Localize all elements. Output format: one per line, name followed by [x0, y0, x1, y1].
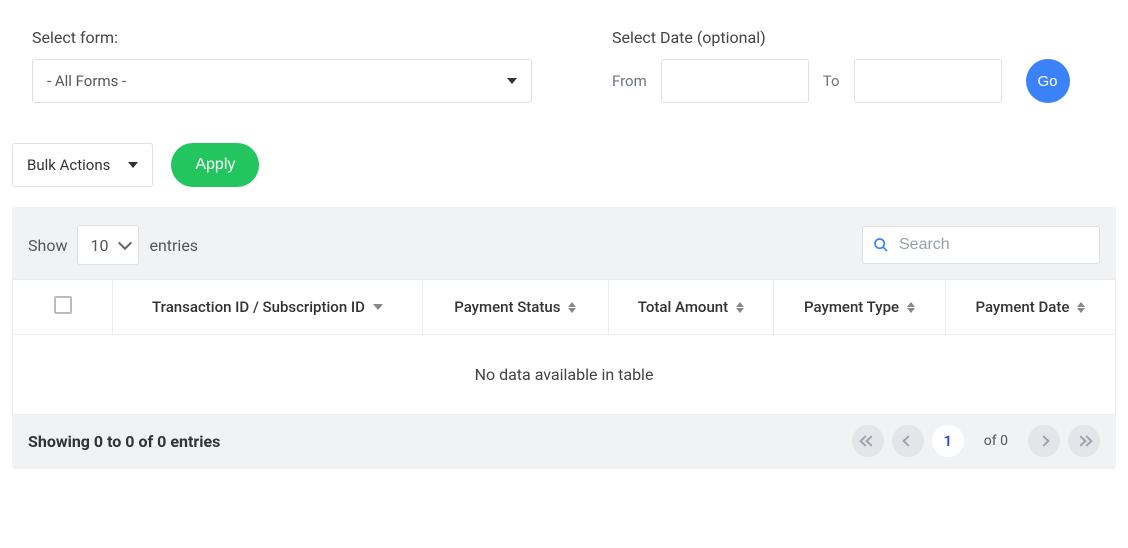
showing-entries-text: Showing 0 to 0 of 0 entries — [28, 432, 220, 451]
apply-button[interactable]: Apply — [171, 143, 259, 187]
page-size-value: 10 — [90, 236, 108, 255]
column-payment-date[interactable]: Payment Date — [945, 280, 1115, 335]
pagination-next[interactable] — [1028, 425, 1060, 457]
chevron-down-icon — [118, 236, 132, 250]
column-label: Payment Date — [975, 298, 1069, 316]
caret-down-icon — [507, 78, 517, 84]
search-wrap — [862, 226, 1100, 264]
column-label: Total Amount — [638, 298, 728, 316]
pagination-current-page[interactable]: 1 — [932, 425, 964, 457]
column-label: Payment Type — [804, 298, 899, 316]
date-to-input[interactable] — [854, 59, 1002, 103]
column-payment-type[interactable]: Payment Type — [774, 280, 946, 335]
pagination-first[interactable] — [852, 425, 884, 457]
double-chevron-left-icon — [861, 437, 875, 445]
column-transaction-id[interactable]: Transaction ID / Subscription ID — [113, 280, 423, 335]
sort-icon — [736, 302, 744, 313]
column-label: Transaction ID / Subscription ID — [152, 298, 365, 316]
select-date-label: Select Date (optional) — [612, 28, 1070, 47]
sort-icon — [568, 302, 576, 313]
bulk-actions-label: Bulk Actions — [27, 156, 110, 174]
pagination-of-total: of 0 — [984, 433, 1008, 449]
pagination: 1 of 0 — [852, 425, 1100, 457]
page-size-select[interactable]: 10 — [77, 225, 139, 265]
select-all-checkbox[interactable] — [54, 296, 72, 314]
chevron-left-icon — [902, 435, 913, 446]
bulk-actions-select[interactable]: Bulk Actions — [12, 143, 153, 187]
chevron-right-icon — [1038, 435, 1049, 446]
pagination-prev[interactable] — [892, 425, 924, 457]
to-label: To — [823, 72, 840, 90]
go-button[interactable]: Go — [1026, 59, 1070, 103]
caret-down-icon — [128, 162, 138, 168]
sort-icon — [373, 304, 383, 310]
no-data-message: No data available in table — [13, 335, 1116, 415]
from-label: From — [612, 72, 647, 90]
column-label: Payment Status — [454, 298, 560, 316]
date-from-input[interactable] — [661, 59, 809, 103]
show-label: Show — [28, 236, 67, 255]
search-input[interactable] — [899, 236, 1106, 254]
select-form-label: Select form: — [32, 28, 532, 47]
pagination-last[interactable] — [1068, 425, 1100, 457]
form-select[interactable]: - All Forms - — [32, 59, 532, 103]
entries-label: entries — [149, 236, 198, 255]
sort-icon — [907, 302, 915, 313]
column-total-amount[interactable]: Total Amount — [608, 280, 774, 335]
table-container: Show 10 entries Transaction I — [12, 207, 1116, 469]
sort-icon — [1077, 302, 1085, 313]
form-select-value: - All Forms - — [47, 72, 126, 90]
search-icon — [873, 237, 889, 253]
data-table: Transaction ID / Subscription ID Payment… — [12, 279, 1116, 415]
double-chevron-right-icon — [1077, 437, 1091, 445]
column-payment-status[interactable]: Payment Status — [423, 280, 609, 335]
